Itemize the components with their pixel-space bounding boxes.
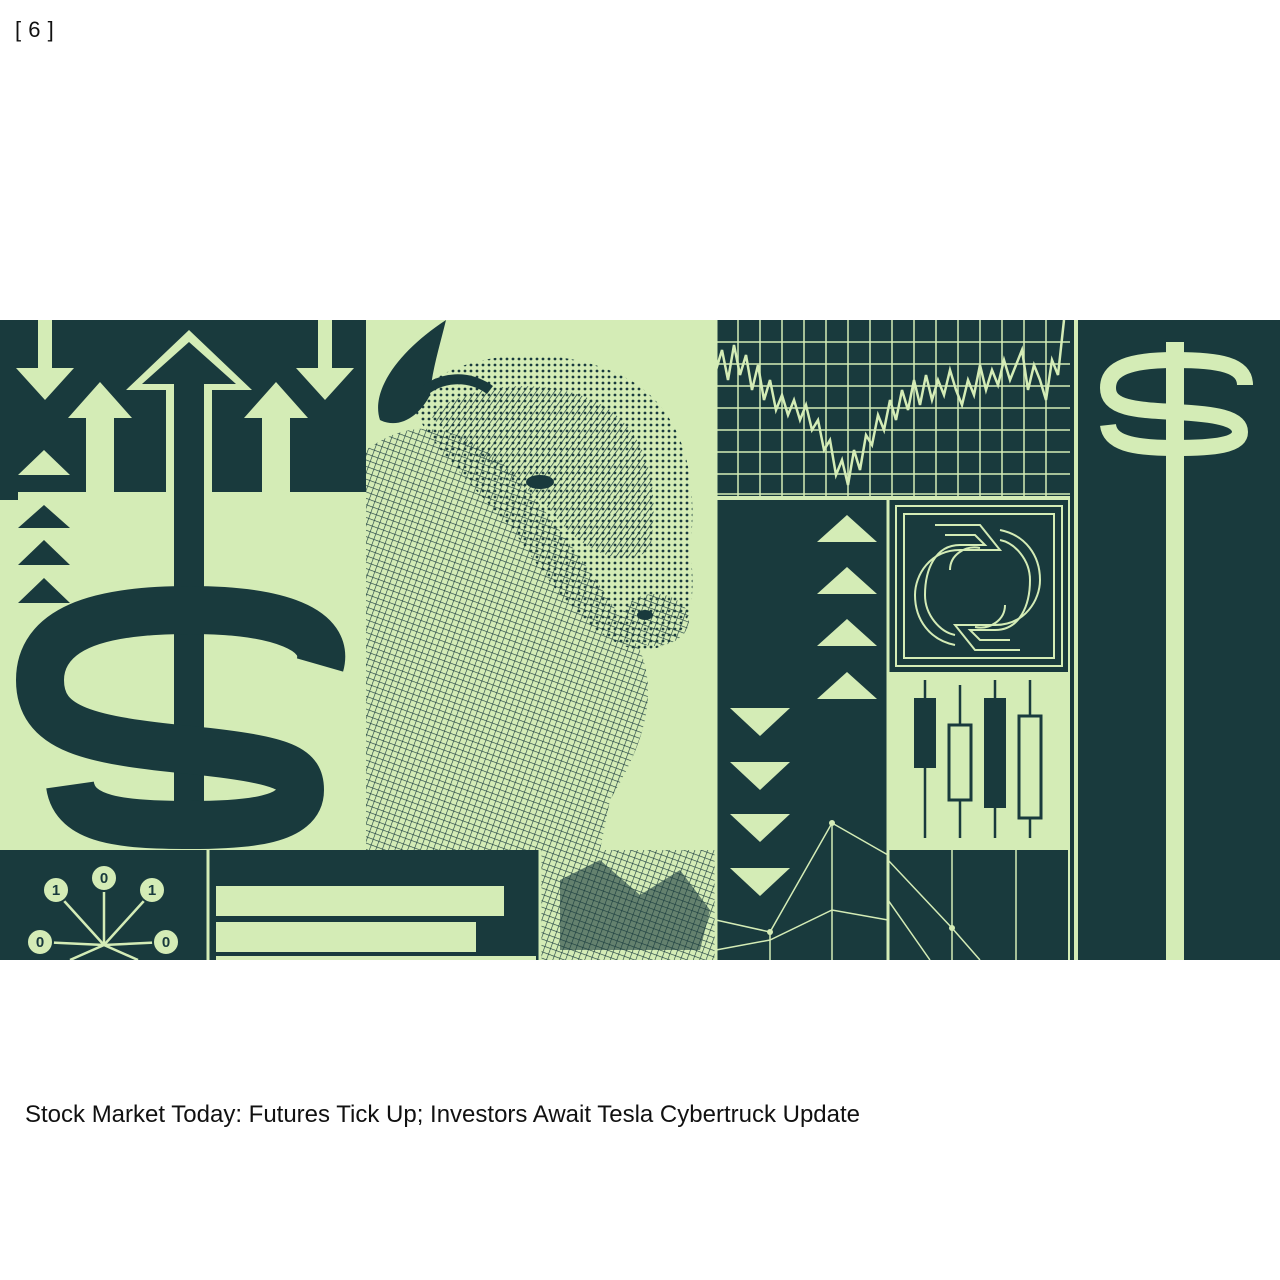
triangles-panel — [715, 500, 889, 960]
dollar-column-panel — [1070, 320, 1280, 960]
node-label: 0 — [162, 934, 170, 951]
rotation-arrows-icon — [888, 500, 1068, 672]
node-label: 0 — [100, 870, 108, 887]
bar-chart-icon — [208, 850, 540, 960]
headline-link[interactable]: Stock Market Today: Futures Tick Up; Inv… — [25, 1100, 860, 1130]
node-label: 1 — [148, 882, 156, 899]
item-index-label: [ 6 ] — [15, 17, 55, 42]
network-node-icon: 1 0 1 0 0 — [0, 850, 208, 960]
candlestick-icon — [888, 672, 1068, 850]
node-label: 0 — [36, 934, 44, 951]
line-chart-icon — [887, 850, 1068, 960]
line-chart-icon — [714, 320, 1070, 496]
node-label: 1 — [52, 882, 60, 899]
hero-image[interactable]: 1 0 1 0 0 — [0, 320, 1280, 960]
